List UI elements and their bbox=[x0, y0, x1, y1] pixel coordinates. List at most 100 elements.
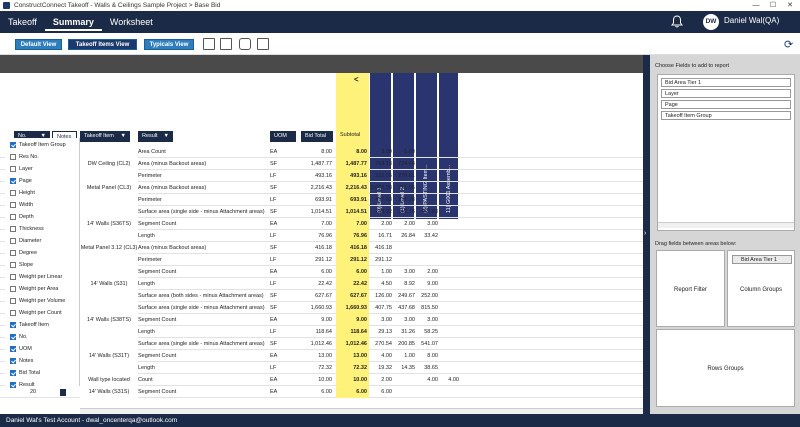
tab-takeoff[interactable]: Takeoff bbox=[0, 11, 45, 33]
level1-cell: 126.00 bbox=[375, 293, 392, 299]
field-option[interactable]: Bid Total bbox=[10, 367, 80, 379]
window-titlebar: ConstructConnect Takeoff - Walls & Ceili… bbox=[0, 0, 800, 11]
report-field-item[interactable]: Page bbox=[661, 100, 791, 109]
table-row[interactable]: Perimeter LF 493.16 222.55 270.61 493.16 bbox=[0, 170, 643, 182]
checkbox-icon[interactable] bbox=[10, 310, 16, 316]
table-row[interactable]: Metal Panel (CL3) Area (minus Backout are… bbox=[0, 182, 643, 194]
checkbox-icon[interactable] bbox=[10, 262, 16, 268]
expand-all-icon[interactable] bbox=[220, 38, 232, 50]
collapse-all-icon[interactable] bbox=[203, 38, 215, 50]
checkbox-icon[interactable] bbox=[10, 178, 16, 184]
checkbox-icon[interactable] bbox=[10, 142, 16, 148]
checkbox-icon[interactable] bbox=[10, 298, 16, 304]
export-icon[interactable] bbox=[257, 38, 269, 50]
table-row[interactable]: Length LF 118.64 29.13 31.26 58.25 118.64 bbox=[0, 326, 643, 338]
tab-worksheet[interactable]: Worksheet bbox=[102, 11, 161, 33]
report-field-item[interactable]: Layer bbox=[661, 89, 791, 98]
field-option[interactable]: Page bbox=[10, 175, 80, 187]
uom-column-header[interactable]: UOM bbox=[270, 131, 296, 142]
field-option[interactable]: Weight per Volume bbox=[10, 295, 80, 307]
result-column-filter[interactable]: Result ▼ bbox=[138, 131, 173, 142]
field-option[interactable]: Weight per Linear bbox=[10, 271, 80, 283]
maximize-button[interactable]: ☐ bbox=[765, 0, 781, 11]
table-row[interactable]: Metal Panel 3.12 (CL3) Area (minus Backou… bbox=[0, 242, 643, 254]
field-option[interactable]: UOM bbox=[10, 343, 80, 355]
column-group-chip[interactable]: Bid Area Tier 1 bbox=[732, 255, 792, 264]
checkbox-icon[interactable] bbox=[10, 250, 16, 256]
table-row[interactable]: Surface area (single side - minus Attach… bbox=[0, 206, 643, 218]
checkbox-icon[interactable] bbox=[10, 370, 16, 376]
checkbox-icon[interactable] bbox=[10, 238, 16, 244]
column-groups-zone[interactable]: Bid Area Tier 1 Column Groups bbox=[727, 250, 795, 327]
table-row[interactable]: Length LF 76.96 16.71 26.84 33.42 76.96 bbox=[0, 230, 643, 242]
table-row[interactable]: Length LF 72.32 19.32 14.35 38.65 72.32 bbox=[0, 362, 643, 374]
field-option[interactable]: Slope bbox=[10, 259, 80, 271]
checkbox-icon[interactable] bbox=[10, 226, 16, 232]
table-row[interactable]: Surface area (both sides - minus Attachm… bbox=[0, 290, 643, 302]
avatar[interactable]: DW bbox=[703, 14, 719, 30]
report-filter-zone[interactable]: Report Filter bbox=[656, 250, 725, 327]
table-row[interactable]: Segment Count EA 6.00 1.00 3.00 2.00 6.00 bbox=[0, 266, 643, 278]
checkbox-icon[interactable] bbox=[10, 286, 16, 292]
field-option[interactable]: Depth bbox=[10, 211, 80, 223]
field-option[interactable]: Height bbox=[10, 187, 80, 199]
field-option[interactable]: Takeoff Item bbox=[10, 319, 80, 331]
table-row[interactable]: Surface area (single side - minus Attach… bbox=[0, 338, 643, 350]
bid-total-column-header[interactable]: Bid Total bbox=[301, 131, 333, 142]
table-row[interactable]: 14' Walls (S31) Length LF 22.42 4.50 8.92 9.00… bbox=[0, 278, 643, 290]
typicals-view-button[interactable]: Typicals View bbox=[144, 39, 194, 50]
default-view-button[interactable]: Default View bbox=[15, 39, 62, 50]
table-row[interactable]: DW Ceiling (CL2) Area (minus Backout area… bbox=[0, 158, 643, 170]
uom-cell: EA bbox=[270, 377, 278, 383]
checkbox-icon[interactable] bbox=[10, 202, 16, 208]
field-option[interactable]: Thickness bbox=[10, 223, 80, 235]
table-row[interactable]: Wall type located Count EA 10.00 2.00 4.00 4.0… bbox=[0, 374, 643, 386]
field-option[interactable]: Layer bbox=[10, 163, 80, 175]
fields-horizontal-scrollbar[interactable] bbox=[658, 222, 794, 228]
checkbox-icon[interactable] bbox=[10, 322, 16, 328]
close-button[interactable]: ✕ bbox=[782, 0, 798, 11]
report-field-item[interactable]: Bid Area Tier 1 bbox=[661, 78, 791, 87]
checkbox-icon[interactable] bbox=[10, 154, 16, 160]
checkbox-icon[interactable] bbox=[10, 358, 16, 364]
field-option[interactable]: Result bbox=[10, 379, 80, 391]
report-field-item[interactable]: Takeoff Item Group bbox=[661, 111, 791, 120]
takeoff-item-column-filter[interactable]: Takeoff Item ▼ bbox=[80, 131, 130, 142]
minimize-button[interactable]: — bbox=[748, 0, 764, 11]
user-name[interactable]: Daniel Wal(QA) bbox=[724, 16, 779, 25]
checkbox-icon[interactable] bbox=[10, 346, 16, 352]
panel-splitter[interactable]: › bbox=[643, 55, 650, 414]
field-option[interactable]: Weight per Area bbox=[10, 283, 80, 295]
table-row[interactable]: Perimeter LF 291.12 291.12 291.12 bbox=[0, 254, 643, 266]
refresh-icon[interactable]: ⟳ bbox=[784, 38, 793, 51]
table-row[interactable]: 14' Walls (S36TS) Segment Count EA 7.00 2.00… bbox=[0, 218, 643, 230]
table-row[interactable]: 14' Walls (S38TS) Segment Count EA 9.00 3.00… bbox=[0, 314, 643, 326]
field-option[interactable]: Weight per Count bbox=[10, 307, 80, 319]
expand-panel-icon[interactable]: › bbox=[644, 230, 646, 237]
table-row[interactable]: Perimeter LF 693.91 457.63 236.28 693.91 bbox=[0, 194, 643, 206]
field-option[interactable]: Notes bbox=[10, 355, 80, 367]
tab-summary[interactable]: Summary bbox=[44, 13, 102, 31]
notification-bell-icon[interactable] bbox=[671, 15, 683, 28]
field-option[interactable]: Diameter bbox=[10, 235, 80, 247]
rows-groups-zone[interactable]: Rows Groups bbox=[656, 329, 795, 407]
table-row[interactable]: 14' Walls (S31S) Segment Count EA 6.00 6.00 6… bbox=[0, 386, 643, 398]
table-row[interactable]: 14' Walls (S31T) Segment Count EA 13.00 4.00… bbox=[0, 350, 643, 362]
takeoff-items-view-button[interactable]: Takeoff Items View bbox=[68, 39, 137, 50]
checkbox-icon[interactable] bbox=[10, 382, 16, 388]
collapse-arrow-icon[interactable]: < bbox=[354, 75, 359, 84]
field-option[interactable]: Res No. bbox=[10, 151, 80, 163]
checkbox-icon[interactable] bbox=[10, 334, 16, 340]
table-row[interactable]: Area Count EA 8.00 3.00 5.00 8.00 bbox=[0, 146, 643, 158]
choose-fields-label: Choose Fields to add to report bbox=[655, 63, 729, 69]
checkbox-icon[interactable] bbox=[10, 214, 16, 220]
checkbox-icon[interactable] bbox=[10, 166, 16, 172]
field-option[interactable]: Takeoff Item Group bbox=[10, 139, 80, 151]
field-option[interactable]: Width bbox=[10, 199, 80, 211]
field-option[interactable]: Degree bbox=[10, 247, 80, 259]
lock-icon[interactable] bbox=[239, 38, 251, 50]
checkbox-icon[interactable] bbox=[10, 190, 16, 196]
field-option[interactable]: No. bbox=[10, 331, 80, 343]
checkbox-icon[interactable] bbox=[10, 274, 16, 280]
table-row[interactable]: Surface area (single side - minus Attach… bbox=[0, 302, 643, 314]
